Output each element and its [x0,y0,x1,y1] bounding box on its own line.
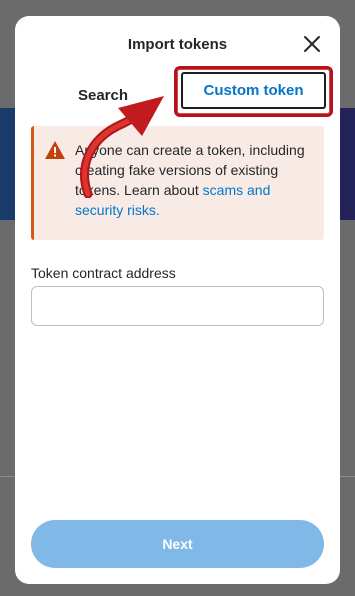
tab-search[interactable]: Search [63,80,143,110]
close-icon [304,36,320,52]
token-contract-address-input[interactable] [31,286,324,326]
warning-banner: Anyone can create a token, including cre… [31,126,324,240]
tab-custom-token[interactable]: Custom token [181,72,326,109]
next-button[interactable]: Next [31,520,324,568]
import-tokens-modal: Import tokens Search Custom token Anyone… [15,16,340,584]
modal-title: Import tokens [127,36,228,53]
close-button[interactable] [302,34,322,54]
address-label: Token contract address [31,265,176,281]
warning-text: Anyone can create a token, including cre… [75,140,321,220]
warning-icon [45,141,65,159]
